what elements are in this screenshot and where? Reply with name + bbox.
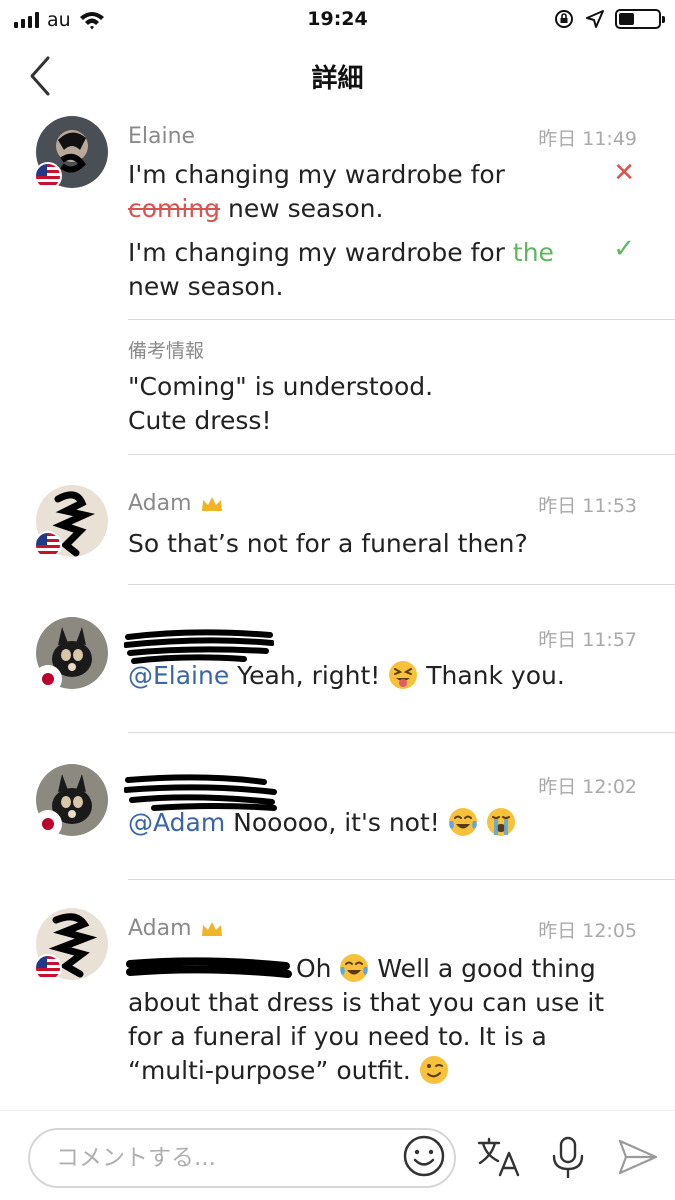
orientation-lock-icon — [555, 10, 573, 28]
tongue-squint-emoji-icon — [389, 661, 418, 689]
send-icon — [618, 1139, 658, 1175]
tears-of-joy-emoji-icon — [340, 954, 369, 982]
timestamp: 昨日 12:05 — [538, 920, 637, 942]
comment-entry: 昨日 12:02 @Adam Nooooo, it's not! — [0, 752, 675, 880]
navigation-bar: 詳細 — [0, 40, 675, 110]
added-word: the — [512, 238, 554, 267]
original-sentence: I'm changing my wardrobe for coming new … — [128, 160, 505, 223]
redacted-mention — [126, 957, 292, 978]
divider — [128, 732, 675, 733]
send-button[interactable] — [614, 1135, 662, 1179]
comment-text: @Adam Nooooo, it's not! — [128, 806, 516, 840]
us-flag-icon — [34, 162, 62, 190]
microphone-icon — [552, 1136, 584, 1179]
struck-word: coming — [128, 194, 221, 223]
status-bar: au 19:24 — [0, 0, 675, 38]
user-name[interactable]: Adam — [128, 491, 224, 516]
japan-flag-icon — [34, 810, 62, 838]
us-flag-icon — [34, 531, 62, 559]
location-arrow-icon — [586, 10, 604, 28]
translate-button[interactable] — [476, 1135, 524, 1179]
timestamp: 昨日 11:57 — [538, 629, 637, 651]
voice-input-button[interactable] — [544, 1135, 592, 1179]
user-name[interactable]: Elaine — [128, 124, 195, 149]
crown-icon — [201, 921, 222, 936]
us-flag-icon — [34, 954, 62, 982]
timestamp: 昨日 11:49 — [538, 128, 637, 150]
comment-bar: コメントする... — [0, 1110, 675, 1200]
smiley-icon — [403, 1135, 445, 1177]
comment-input[interactable]: コメントする... — [28, 1128, 456, 1188]
comment-text: So that’s not for a funeral then? — [128, 529, 528, 558]
incorrect-x-icon: ✕ — [613, 158, 635, 188]
memo-label: 備考情報 — [128, 340, 205, 362]
emoji-button[interactable] — [400, 1132, 448, 1180]
divider — [128, 584, 675, 585]
comment-entry: Adam 昨日 11:53 So that’s not for a funera… — [0, 475, 675, 585]
japan-flag-icon — [34, 665, 62, 693]
memo-text: "Coming" is understood. Cute dress! — [128, 372, 434, 435]
comment-entry: Adam 昨日 12:05 Oh Well a good thing about… — [0, 900, 675, 1105]
divider — [128, 879, 675, 880]
user-name[interactable]: Adam — [128, 916, 224, 941]
page-title: 詳細 — [311, 64, 364, 94]
timestamp: 昨日 11:53 — [538, 495, 637, 517]
translate-icon — [477, 1137, 520, 1177]
comment-entry: 昨日 11:57 @Elaine Yeah, right! Thank you. — [0, 605, 675, 733]
timestamp: 昨日 12:02 — [538, 776, 637, 798]
winking-emoji-icon — [419, 1056, 448, 1084]
crying-emoji-icon — [486, 808, 515, 836]
comment-text: Oh Well a good thing — [296, 954, 596, 983]
tears-of-joy-emoji-icon — [448, 808, 477, 836]
correct-check-icon: ✓ — [613, 234, 635, 264]
divider — [128, 319, 675, 320]
correction-entry: Elaine 昨日 11:49 I'm changing my wardrobe… — [0, 110, 675, 455]
mention-link[interactable]: @Elaine — [128, 661, 229, 690]
corrected-sentence: I'm changing my wardrobe for the new sea… — [128, 238, 554, 301]
mention-link[interactable]: @Adam — [128, 808, 225, 837]
crown-icon — [201, 496, 222, 511]
comment-text-continued: about that dress is that you can use it … — [128, 988, 605, 1085]
divider — [128, 454, 675, 455]
comment-text: @Elaine Yeah, right! Thank you. — [128, 661, 565, 690]
battery-icon — [615, 9, 665, 29]
